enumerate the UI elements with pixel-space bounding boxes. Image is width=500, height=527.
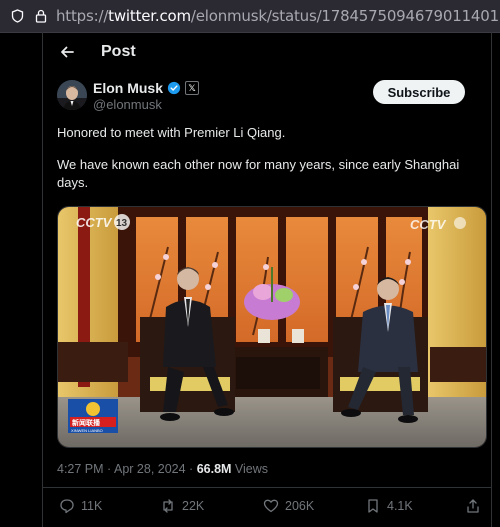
divider [43, 487, 491, 488]
url-scheme: https:// [56, 7, 109, 25]
like-count: 206K [285, 499, 315, 513]
share-icon [467, 499, 479, 513]
back-arrow-icon[interactable] [57, 42, 77, 62]
tweet-paragraph: Honored to meet with Premier Li Qiang. [57, 125, 286, 140]
url-text[interactable]: https://twitter.com/elonmusk/status/1784… [56, 7, 499, 25]
tweet-text: Honored to meet with Premier Li Qiang. W… [57, 124, 487, 192]
page-title: Post [101, 43, 136, 60]
repost-count: 22K [182, 499, 205, 513]
action-bar: 11K 22K 206K 4.1K [43, 498, 491, 522]
x-affiliate-icon[interactable]: 𝕏 [185, 81, 200, 95]
svg-text:新闻联播: 新闻联播 [72, 418, 101, 427]
verified-badge-icon [167, 81, 181, 95]
svg-text:CCTV: CCTV [410, 217, 447, 232]
like-button[interactable]: 206K [263, 498, 314, 514]
news-logo: 新闻联播 XINWEN LIANBO [68, 399, 118, 433]
heart-icon [263, 499, 279, 513]
author-handle[interactable]: @elonmusk [93, 97, 199, 112]
meta-separator: · [185, 462, 197, 476]
cctv-watermark: CCTV 13 [76, 214, 130, 230]
tweet-paragraph: We have known each other now for many ye… [57, 157, 460, 190]
reply-count: 11K [81, 499, 103, 513]
lock-icon[interactable] [34, 9, 48, 23]
svg-text:XINWEN LIANBO: XINWEN LIANBO [71, 428, 103, 433]
reply-button[interactable]: 11K [59, 498, 102, 514]
post-column: Post Elon Musk 𝕏 @elonmusk Subscribe Hon… [42, 32, 492, 527]
views-label: Views [234, 462, 269, 476]
post-time[interactable]: 4:27 PM [57, 462, 104, 476]
post-meta: 4:27 PM · Apr 28, 2024 · 66.8M Views [57, 462, 268, 476]
svg-text:13: 13 [116, 218, 128, 229]
url-path: /elonmusk/status/1784575094679011401 [190, 7, 499, 25]
bookmark-button[interactable]: 4.1K [365, 498, 413, 514]
svg-text:CCTV: CCTV [76, 215, 113, 230]
post-header: Post [43, 32, 491, 72]
tweet-media-image[interactable]: CCTV 13 CCTV 新闻联播 XINWEN LIANBO [57, 206, 487, 448]
subscribe-button[interactable]: Subscribe [373, 80, 465, 104]
shield-icon[interactable] [10, 9, 24, 23]
share-button[interactable] [465, 498, 481, 514]
reply-icon [60, 499, 74, 514]
repost-icon [163, 499, 173, 513]
browser-url-bar[interactable]: https://twitter.com/elonmusk/status/1784… [0, 0, 500, 33]
post-date[interactable]: Apr 28, 2024 [114, 462, 186, 476]
bookmark-icon [368, 499, 378, 513]
bookmark-count: 4.1K [387, 499, 413, 513]
views-count: 66.8M [196, 462, 232, 476]
meta-separator: · [103, 462, 114, 476]
repost-button[interactable]: 22K [160, 498, 204, 514]
avatar[interactable] [57, 80, 87, 110]
author-name[interactable]: Elon Musk [93, 80, 163, 96]
url-host: twitter.com [108, 7, 191, 25]
author-names: Elon Musk 𝕏 @elonmusk [93, 80, 200, 112]
